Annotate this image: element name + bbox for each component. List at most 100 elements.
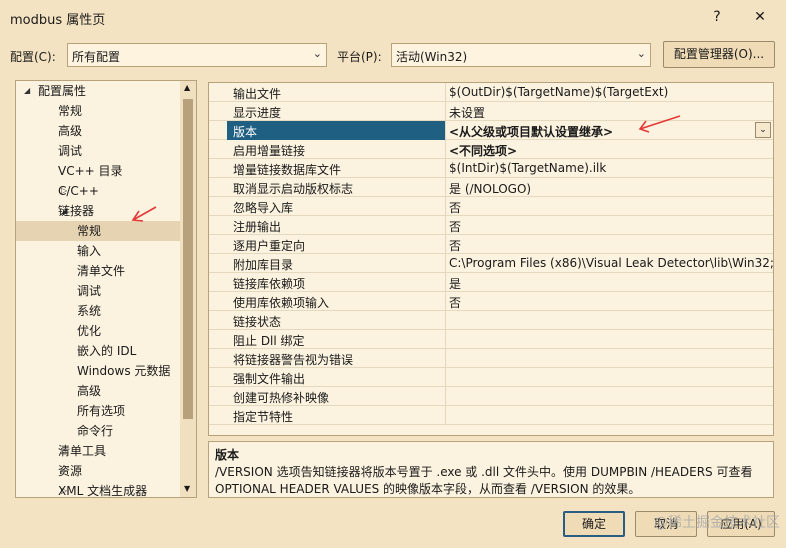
property-grid[interactable]: 输出文件 $(OutDir)$(TargetName)$(TargetExt) 显示…	[208, 82, 774, 436]
property-name: 阻止 Dll 绑定	[233, 334, 305, 348]
watermark: @稀土掘金技术社区	[654, 515, 780, 531]
tree-item-label: 清单文件	[77, 264, 126, 278]
tree-scrollbar[interactable]: ▲ ▼	[180, 81, 196, 497]
scroll-up-icon[interactable]: ▲	[184, 83, 190, 92]
property-row[interactable]: 取消显示启动版权标志 是 (/NOLOGO)	[209, 178, 773, 197]
title-bar: modbus 属性页 ? ✕	[0, 0, 786, 34]
property-row[interactable]: 输出文件 $(OutDir)$(TargetName)$(TargetExt)	[209, 83, 773, 102]
column-divider	[445, 406, 446, 425]
property-name: 取消显示启动版权标志	[233, 182, 354, 196]
config-value: 所有配置	[72, 50, 121, 64]
description-panel: 版本 /VERSION 选项告知链接器将版本号置于 .exe 或 .dll 文件…	[208, 441, 774, 498]
column-divider	[445, 273, 446, 292]
property-row[interactable]: 显示进度 未设置	[209, 102, 773, 121]
tree-item-label: 调试	[77, 284, 102, 298]
property-row[interactable]: 逐用户重定向 否	[209, 235, 773, 254]
tree-item[interactable]: 优化	[16, 321, 180, 341]
column-divider	[445, 102, 446, 121]
tree-item-label: 调试	[58, 144, 83, 158]
tree-item[interactable]: 命令行	[16, 421, 180, 441]
tree-item-label: VC++ 目录	[58, 164, 123, 178]
tree-item[interactable]: ◢ 配置属性	[16, 81, 180, 101]
tree-item[interactable]: 常规	[16, 101, 180, 121]
tree-item-label: 系统	[77, 304, 102, 318]
column-divider	[445, 368, 446, 387]
tree-item[interactable]: ◢ 链接器	[16, 201, 180, 221]
selection-highlight	[227, 121, 445, 140]
property-value[interactable]: 未设置	[449, 104, 485, 121]
property-value[interactable]: 否	[449, 218, 461, 235]
config-combobox[interactable]: 所有配置 ⌄	[67, 43, 327, 67]
property-value[interactable]: $(OutDir)$(TargetName)$(TargetExt)	[449, 85, 668, 99]
ok-button[interactable]: 确定	[563, 511, 625, 537]
property-row[interactable]: 创建可热修补映像	[209, 387, 773, 406]
property-value[interactable]: 否	[449, 294, 461, 311]
property-row[interactable]: 强制文件输出	[209, 368, 773, 387]
property-row[interactable]: 增量链接数据库文件 $(IntDir)$(TargetName).ilk	[209, 159, 773, 178]
tree-item[interactable]: 系统	[16, 301, 180, 321]
chevron-down-icon: ⌄	[312, 47, 322, 60]
chevron-down-icon[interactable]: ⌄	[755, 122, 771, 138]
config-label: 配置(C):	[10, 50, 56, 64]
description-text: /VERSION 选项告知链接器将版本号置于 .exe 或 .dll 文件头中。…	[215, 465, 753, 496]
property-tree[interactable]: ◢ 配置属性 常规 高级 调试 VC++ 目录 ▷ C/C++ ◢ 链接器 常规 输入 清单文件 调试 系统…	[15, 80, 197, 498]
tree-item[interactable]: 调试	[16, 141, 180, 161]
property-value[interactable]: 否	[449, 199, 461, 216]
property-name: 将链接器警告视为错误	[233, 353, 354, 367]
property-row[interactable]: 指定节特性	[209, 406, 773, 425]
property-value[interactable]: <不同选项>	[449, 142, 517, 159]
property-row[interactable]: 附加库目录 C:\Program Files (x86)\Visual Leak …	[209, 254, 773, 273]
property-name: 逐用户重定向	[233, 239, 306, 253]
tree-item[interactable]: 嵌入的 IDL	[16, 341, 180, 361]
tree-item-label: 资源	[58, 464, 83, 478]
property-row[interactable]: 阻止 Dll 绑定	[209, 330, 773, 349]
platform-combobox[interactable]: 活动(Win32) ⌄	[391, 43, 651, 67]
help-button[interactable]: ?	[705, 6, 729, 28]
tree-item[interactable]: 高级	[16, 381, 180, 401]
property-row[interactable]: 使用库依赖项输入 否	[209, 292, 773, 311]
property-value[interactable]: 是 (/NOLOGO)	[449, 180, 531, 197]
property-row[interactable]: 版本 <从父级或项目默认设置继承> ⌄	[209, 121, 773, 140]
property-row[interactable]: 链接状态	[209, 311, 773, 330]
property-name: 链接库依赖项	[233, 277, 306, 291]
tree-item[interactable]: 高级	[16, 121, 180, 141]
tree-item[interactable]: ▷ 清单工具	[16, 441, 180, 461]
tree-item[interactable]: 调试	[16, 281, 180, 301]
property-name: 使用库依赖项输入	[233, 296, 330, 310]
property-value[interactable]: 是	[449, 275, 461, 292]
column-divider	[445, 159, 446, 178]
tree-item[interactable]: 所有选项	[16, 401, 180, 421]
close-button[interactable]: ✕	[748, 6, 772, 28]
tree-item[interactable]: ▷ XML 文档生成器	[16, 481, 180, 497]
tree-item-label: 优化	[77, 324, 102, 338]
property-value[interactable]: 否	[449, 237, 461, 254]
configuration-manager-button[interactable]: 配置管理器(O)...	[663, 41, 775, 68]
tree-item[interactable]: 输入	[16, 241, 180, 261]
column-divider	[445, 292, 446, 311]
property-value[interactable]: $(IntDir)$(TargetName).ilk	[449, 161, 606, 175]
property-row[interactable]: 启用增量链接 <不同选项>	[209, 140, 773, 159]
tree-item[interactable]: ▷ 资源	[16, 461, 180, 481]
tree-item[interactable]: 常规	[16, 221, 180, 241]
tree-item[interactable]: ▷ C/C++	[16, 181, 180, 201]
property-row[interactable]: 将链接器警告视为错误	[209, 349, 773, 368]
tree-item-label: 所有选项	[77, 404, 126, 418]
property-name: 输出文件	[233, 87, 282, 101]
property-name: 创建可热修补映像	[233, 391, 330, 405]
property-name: 版本	[233, 125, 258, 139]
property-row[interactable]: 链接库依赖项 是	[209, 273, 773, 292]
column-divider	[445, 235, 446, 254]
property-value[interactable]: C:\Program Files (x86)\Visual Leak Detec…	[449, 256, 773, 270]
column-divider	[445, 387, 446, 406]
property-name: 增量链接数据库文件	[233, 163, 342, 177]
tree-item[interactable]: Windows 元数据	[16, 361, 180, 381]
tree-item[interactable]: VC++ 目录	[16, 161, 180, 181]
tree-item[interactable]: 清单文件	[16, 261, 180, 281]
property-row[interactable]: 注册输出 否	[209, 216, 773, 235]
property-value[interactable]: <从父级或项目默认设置继承>	[449, 123, 613, 140]
property-row[interactable]: 忽略导入库 否	[209, 197, 773, 216]
scroll-down-icon[interactable]: ▼	[184, 484, 190, 493]
tree-item-label: C/C++	[58, 184, 99, 198]
expanded-icon[interactable]: ◢	[24, 81, 30, 101]
scrollbar-thumb[interactable]	[183, 99, 193, 419]
